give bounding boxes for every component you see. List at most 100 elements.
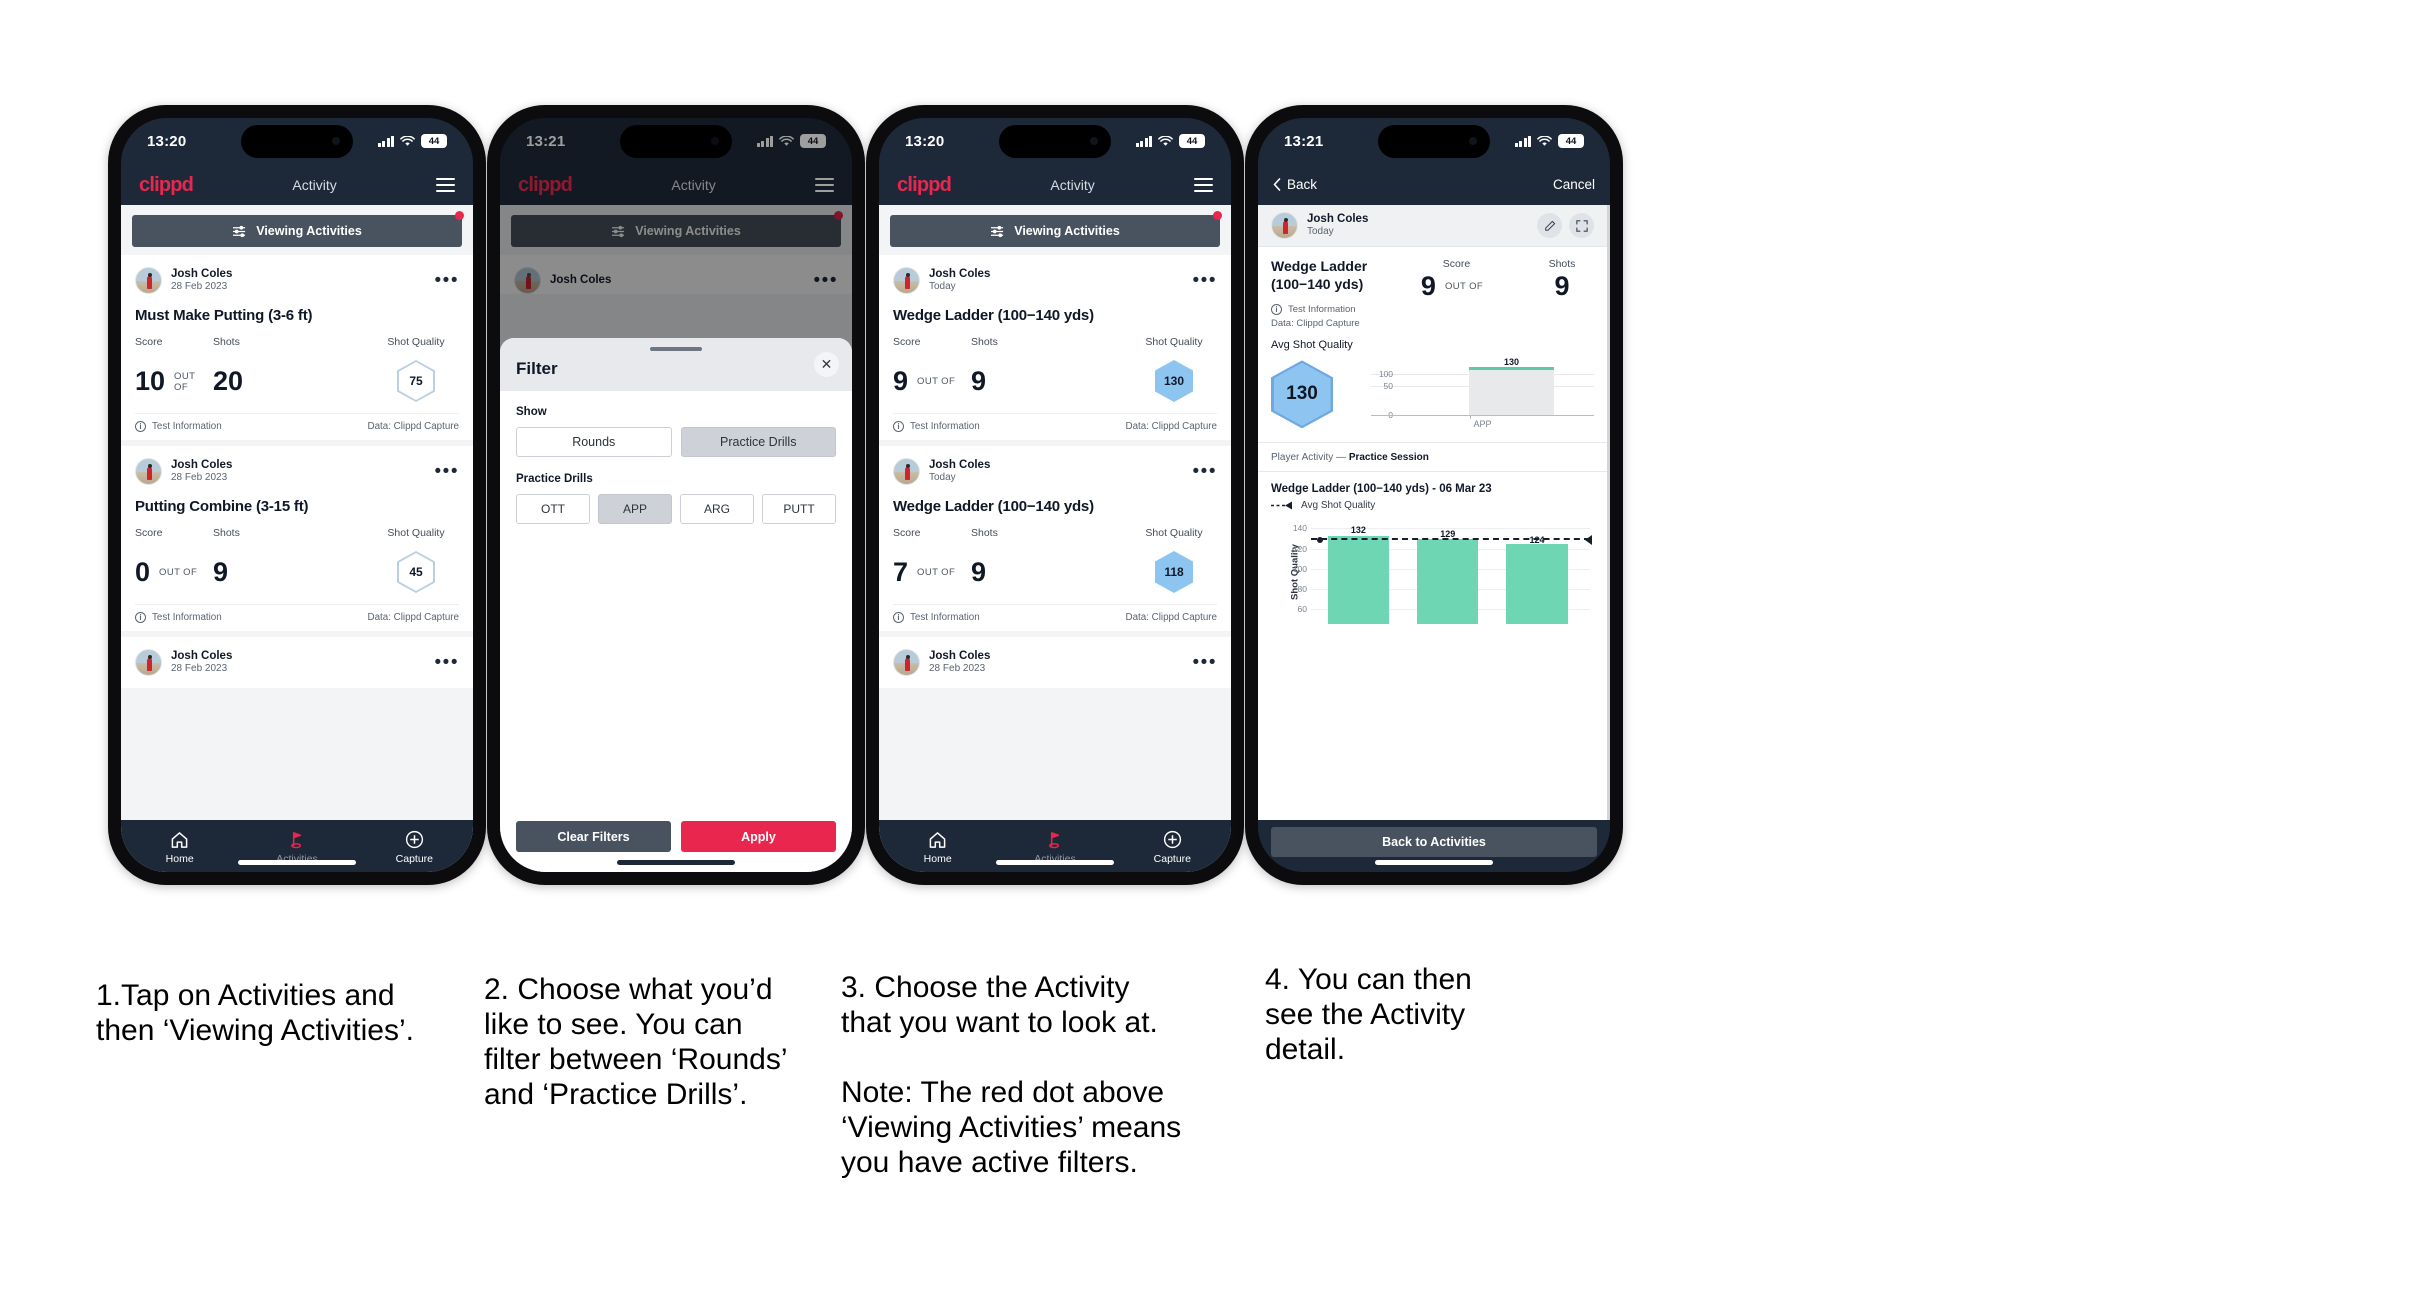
avatar bbox=[1271, 212, 1298, 239]
phone-4-bezel: 13:21 44 Back Cancel Josh Coles Today We… bbox=[1258, 118, 1610, 872]
out-of-label: OUT OF bbox=[159, 567, 198, 578]
viewing-activities-button[interactable]: Viewing Activities bbox=[890, 215, 1220, 247]
shots-label: Shots bbox=[213, 336, 240, 348]
back-to-activities-button[interactable]: Back to Activities bbox=[1271, 827, 1597, 857]
player-activity-value: Practice Session bbox=[1348, 452, 1429, 464]
shots-label: Shots bbox=[971, 527, 998, 539]
user-name: Josh Coles bbox=[171, 459, 233, 472]
shot-quality-value: 130 bbox=[1163, 374, 1185, 388]
sliders-filter-icon bbox=[233, 225, 246, 237]
expand-icon[interactable] bbox=[1569, 213, 1594, 238]
drill-chip-putt[interactable]: PUTT bbox=[762, 494, 836, 524]
app-header: clippd Activity bbox=[500, 164, 852, 205]
more-options-icon[interactable]: ••• bbox=[435, 653, 459, 671]
page-title: Activity bbox=[671, 176, 716, 193]
status-indicators: 44 bbox=[377, 134, 447, 148]
clippd-logo: clippd bbox=[518, 173, 573, 196]
avg-line-legend-icon bbox=[1271, 501, 1295, 510]
battery-indicator: 44 bbox=[421, 134, 447, 148]
shot-quality-value: 75 bbox=[399, 362, 433, 400]
cancel-label: Cancel bbox=[1552, 177, 1595, 192]
cancel-button[interactable]: Cancel bbox=[1553, 177, 1595, 192]
more-options-icon[interactable]: ••• bbox=[435, 271, 459, 289]
viewing-activities-label: Viewing Activities bbox=[256, 224, 362, 238]
activity-card[interactable]: Josh Coles 28 Feb 2023 ••• bbox=[879, 637, 1231, 688]
card-header: Josh Coles Today ••• bbox=[893, 458, 1217, 485]
battery-indicator: 44 bbox=[800, 134, 826, 148]
detail-scroll-area: Josh Coles Today Wedge Ladder (100−140 y… bbox=[1258, 205, 1610, 820]
status-time: 13:20 bbox=[905, 132, 945, 150]
plus-circle-icon bbox=[1114, 830, 1231, 850]
viewing-activities-button[interactable]: Viewing Activities bbox=[132, 215, 462, 247]
avatar bbox=[893, 458, 920, 485]
status-time: 13:20 bbox=[147, 132, 187, 150]
score-label: Score bbox=[893, 527, 921, 539]
card-user: Josh Coles Today bbox=[929, 458, 990, 485]
signal-icon bbox=[377, 135, 394, 147]
home-icon bbox=[121, 830, 238, 850]
card-user: Josh Coles 28 Feb 2023 bbox=[929, 649, 990, 676]
close-icon[interactable]: ✕ bbox=[814, 352, 839, 377]
tab-home[interactable]: Home bbox=[121, 830, 238, 865]
card-header: Josh Coles 28 Feb 2023 ••• bbox=[135, 458, 459, 485]
test-information-label: Test Information bbox=[1288, 304, 1356, 316]
more-options-icon[interactable]: ••• bbox=[435, 462, 459, 480]
tab-capture[interactable]: Capture bbox=[356, 830, 473, 865]
home-indicator bbox=[617, 860, 735, 865]
shot-quality-label: Shot Quality bbox=[387, 527, 445, 539]
avatar bbox=[893, 649, 920, 676]
tab-home[interactable]: Home bbox=[879, 830, 996, 865]
shot-quality-label: Shot Quality bbox=[1145, 336, 1203, 348]
card-footer: i Test Information Data: Clippd Capture bbox=[135, 604, 459, 631]
pencil-icon[interactable] bbox=[1537, 213, 1562, 238]
avg-shot-quality-hexagon: 130 bbox=[1271, 360, 1333, 429]
score-value: 9 bbox=[1420, 271, 1436, 301]
activity-title: Must Make Putting (3-6 ft) bbox=[135, 307, 313, 324]
activity-date: Today bbox=[1307, 226, 1334, 238]
card-user: Josh Coles Today bbox=[929, 267, 990, 294]
phone-3-screen: 13:20 44 clippd Activity Viewing Activit… bbox=[879, 118, 1231, 872]
back-button[interactable]: Back bbox=[1273, 177, 1317, 192]
clear-filters-button[interactable]: Clear Filters bbox=[516, 821, 671, 852]
score-label: Score bbox=[893, 336, 921, 348]
drill-chip-ott[interactable]: OTT bbox=[516, 494, 590, 524]
hamburger-menu-icon[interactable] bbox=[436, 177, 455, 192]
mini-bar-value: 130 bbox=[1503, 356, 1519, 367]
status-bar: 13:21 44 bbox=[500, 118, 852, 164]
avg-shot-quality-line bbox=[1311, 538, 1590, 541]
drill-chip-app[interactable]: APP bbox=[598, 494, 672, 524]
sheet-drag-handle[interactable] bbox=[650, 347, 702, 351]
activity-card[interactable]: Josh Coles Today ••• Wedge Ladder (100−1… bbox=[879, 255, 1231, 440]
status-bar: 13:21 44 bbox=[1258, 118, 1610, 164]
more-options-icon[interactable]: ••• bbox=[1193, 271, 1217, 289]
activity-card[interactable]: Josh Coles Today ••• Wedge Ladder (100−1… bbox=[879, 446, 1231, 631]
show-option-rounds[interactable]: Rounds bbox=[516, 427, 672, 457]
legend-label: Avg Shot Quality bbox=[1301, 500, 1376, 512]
activity-card[interactable]: Josh Coles 28 Feb 2023 ••• Must Make Put… bbox=[121, 255, 473, 440]
more-options-icon[interactable]: ••• bbox=[1193, 462, 1217, 480]
apply-button[interactable]: Apply bbox=[681, 821, 836, 852]
hamburger-menu-icon[interactable] bbox=[815, 177, 834, 192]
score-value: 0 bbox=[135, 557, 151, 588]
show-option-practice-drills[interactable]: Practice Drills bbox=[680, 427, 836, 457]
activity-card[interactable]: Josh Coles 28 Feb 2023 ••• bbox=[121, 637, 473, 688]
dynamic-island bbox=[999, 125, 1111, 158]
plus-circle-icon bbox=[356, 830, 473, 850]
detail-activity-title: Wedge Ladder (100−140 yds) bbox=[1271, 258, 1368, 292]
activity-stats: Score Shots Shot Quality bbox=[893, 527, 1217, 539]
tab-capture[interactable]: Capture bbox=[1114, 830, 1231, 865]
card-footer: i Test Information Data: Clippd Capture bbox=[135, 413, 459, 440]
player-activity-prefix: Player Activity — bbox=[1271, 452, 1349, 464]
shots-label: Shots bbox=[213, 527, 240, 539]
more-options-icon[interactable]: ••• bbox=[1193, 653, 1217, 671]
phone-2-filter-sheet: 13:21 44 clippd Activity Viewing Activit… bbox=[487, 105, 865, 885]
shot-quality-hexagon: 118 bbox=[1155, 551, 1193, 593]
activity-card[interactable]: Josh Coles 28 Feb 2023 ••• Putting Combi… bbox=[121, 446, 473, 631]
bar-1-value: 132 bbox=[1350, 524, 1366, 535]
score-value: 10 bbox=[135, 366, 166, 397]
caption-step-4: 4. You can then see the Activity detail. bbox=[1265, 963, 1472, 1067]
phone-4-screen: 13:21 44 Back Cancel Josh Coles Today We… bbox=[1258, 118, 1610, 872]
mini-y-tick-100: 100 bbox=[1378, 368, 1393, 379]
drill-chip-arg[interactable]: ARG bbox=[680, 494, 754, 524]
hamburger-menu-icon[interactable] bbox=[1194, 177, 1213, 192]
